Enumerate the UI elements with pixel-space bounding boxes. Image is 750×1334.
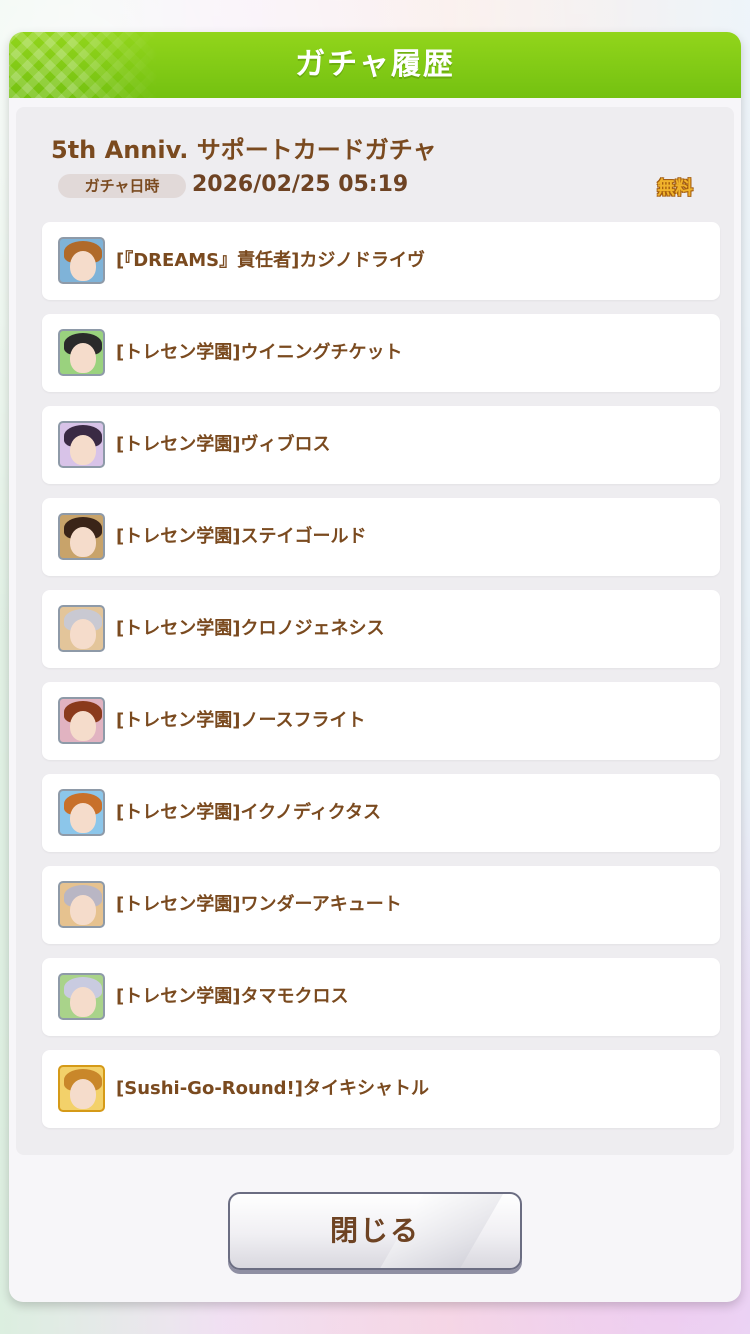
card-name: [トレセン学園]ワンダーアキュート bbox=[116, 894, 402, 915]
card-name: [トレセン学園]ウイニングチケット bbox=[116, 342, 403, 363]
card-row[interactable]: [トレセン学園]タマモクロス bbox=[42, 958, 720, 1036]
close-button[interactable]: 閉じる bbox=[228, 1192, 522, 1270]
card-row[interactable]: [『DREAMS』責任者]カジノドライヴ bbox=[42, 222, 720, 300]
card-thumbnail bbox=[58, 329, 105, 376]
card-row[interactable]: [トレセン学園]クロノジェネシス bbox=[42, 590, 720, 668]
character-face bbox=[70, 435, 96, 465]
card-thumbnail bbox=[58, 973, 105, 1020]
card-name: [トレセン学園]ステイゴールド bbox=[116, 526, 367, 547]
card-row[interactable]: [トレセン学園]イクノディクタス bbox=[42, 774, 720, 852]
character-face bbox=[70, 803, 96, 833]
gacha-name: 5th Anniv. サポートカードガチャ bbox=[51, 136, 437, 164]
free-cost-label: 無料 bbox=[657, 178, 693, 199]
gacha-date: 2026/02/25 05:19 bbox=[192, 172, 409, 197]
dialog-title: ガチャ履歴 bbox=[295, 47, 455, 82]
card-thumbnail bbox=[58, 605, 105, 652]
character-face bbox=[70, 619, 96, 649]
close-button-label: 閉じる bbox=[329, 1214, 420, 1247]
character-face bbox=[70, 251, 96, 281]
character-face bbox=[70, 987, 96, 1017]
card-thumbnail bbox=[58, 789, 105, 836]
history-panel: 5th Anniv. サポートカードガチャ ガチャ日時 2026/02/25 0… bbox=[16, 107, 734, 1155]
card-thumbnail bbox=[58, 881, 105, 928]
card-row[interactable]: [トレセン学園]ステイゴールド bbox=[42, 498, 720, 576]
card-thumbnail bbox=[58, 697, 105, 744]
card-name: [トレセン学園]ノースフライト bbox=[116, 710, 366, 731]
card-row[interactable]: [トレセン学園]ヴィブロス bbox=[42, 406, 720, 484]
card-name: [『DREAMS』責任者]カジノドライヴ bbox=[116, 250, 425, 271]
card-name: [トレセン学園]タマモクロス bbox=[116, 986, 349, 1007]
character-face bbox=[70, 527, 96, 557]
character-face bbox=[70, 1079, 96, 1109]
card-thumbnail bbox=[58, 421, 105, 468]
card-thumbnail bbox=[58, 513, 105, 560]
card-name: [トレセン学園]イクノディクタス bbox=[116, 802, 382, 823]
card-row[interactable]: [トレセン学園]ウイニングチケット bbox=[42, 314, 720, 392]
dialog-header: ガチャ履歴 bbox=[9, 32, 741, 98]
card-row[interactable]: [トレセン学園]ワンダーアキュート bbox=[42, 866, 720, 944]
card-row[interactable]: [Sushi-Go-Round!]タイキシャトル bbox=[42, 1050, 720, 1128]
character-face bbox=[70, 343, 96, 373]
character-face bbox=[70, 895, 96, 925]
card-name: [トレセン学園]ヴィブロス bbox=[116, 434, 331, 455]
character-face bbox=[70, 711, 96, 741]
card-name: [トレセン学園]クロノジェネシス bbox=[116, 618, 385, 639]
date-label-tag: ガチャ日時 bbox=[58, 174, 186, 198]
card-name: [Sushi-Go-Round!]タイキシャトル bbox=[116, 1078, 429, 1099]
gacha-history-dialog: ガチャ履歴 5th Anniv. サポートカードガチャ ガチャ日時 2026/0… bbox=[9, 32, 741, 1302]
card-thumbnail bbox=[58, 237, 105, 284]
card-thumbnail bbox=[58, 1065, 105, 1112]
card-row[interactable]: [トレセン学園]ノースフライト bbox=[42, 682, 720, 760]
